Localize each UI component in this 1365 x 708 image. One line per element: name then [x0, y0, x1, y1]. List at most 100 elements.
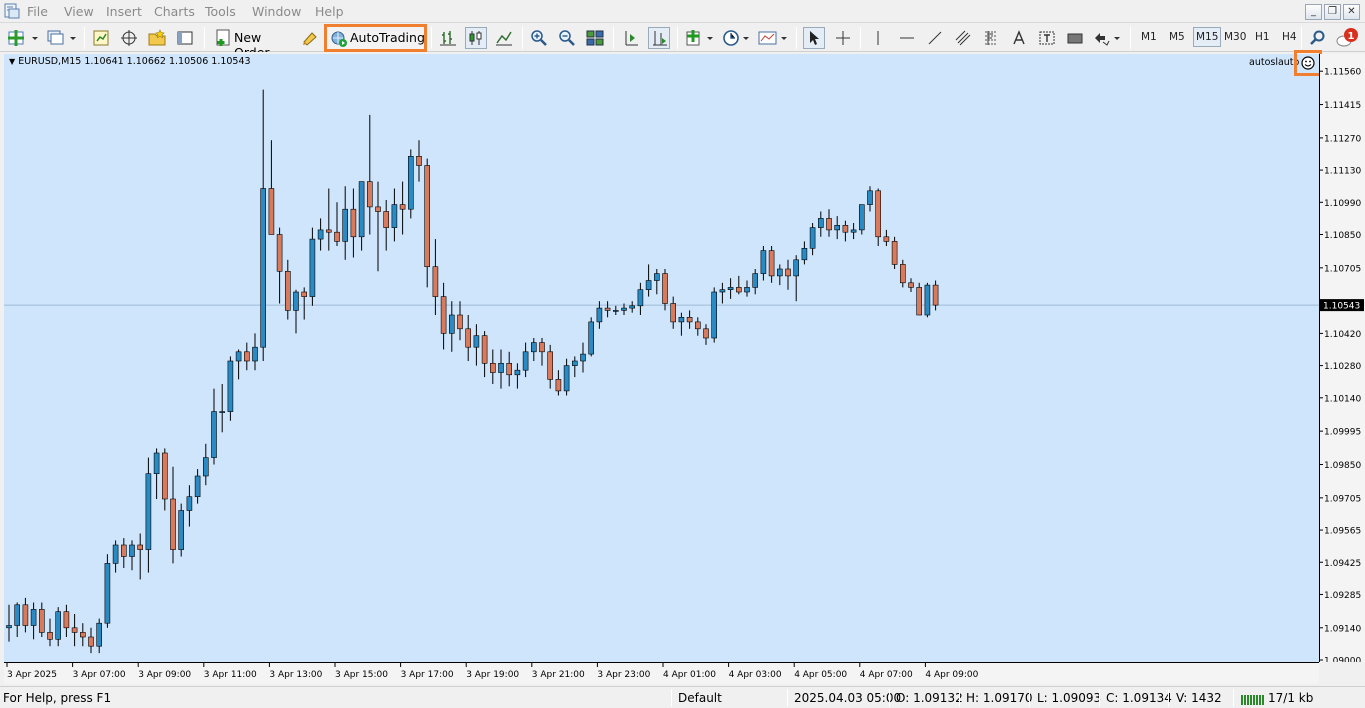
market-watch-button[interactable]: [90, 27, 112, 49]
price-label: 1.10705: [1324, 264, 1361, 274]
time-scale[interactable]: 3 Apr 2025 3 Apr 07:00 3 Apr 09:00 3 Apr 11…: [4, 662, 1319, 684]
search-button[interactable]: [1307, 27, 1329, 49]
current-price-label: 1.10543: [1323, 302, 1360, 312]
indicators-button[interactable]: [684, 27, 718, 49]
time-label: 3 Apr 09:00: [138, 670, 191, 680]
line-chart-button[interactable]: [493, 27, 515, 49]
expert-editor-button[interactable]: [299, 27, 321, 49]
candle-body: [481, 335, 488, 364]
candle-body: [375, 206, 381, 212]
candle: [30, 602, 37, 640]
candle-body: [727, 287, 734, 290]
auto-scroll-button[interactable]: [648, 27, 670, 49]
candle: [22, 597, 29, 633]
rectangle-icon: [1067, 33, 1083, 44]
candle: [727, 278, 734, 299]
zoom-in-button[interactable]: [528, 27, 550, 49]
chart-plot-area[interactable]: [4, 54, 1319, 662]
candle: [547, 344, 554, 389]
arrows-tool[interactable]: [1092, 27, 1124, 49]
candle-body: [498, 362, 504, 373]
candle: [137, 533, 143, 580]
menu-file[interactable]: File: [27, 4, 48, 19]
candle: [63, 604, 70, 637]
notification-count: 1: [1348, 31, 1355, 42]
cursor-tool[interactable]: [803, 27, 825, 49]
menu-insert[interactable]: Insert: [106, 4, 142, 19]
candle-body: [908, 282, 914, 288]
candle-body: [284, 271, 291, 311]
new-chart-button[interactable]: [6, 27, 40, 49]
expert-status-highlight[interactable]: [1294, 50, 1322, 76]
price-scale[interactable]: 1.11560 1.11415 1.11270 1.11130 1.10990 1.108…: [1319, 54, 1365, 667]
fibonacci-tool[interactable]: [980, 27, 1002, 49]
chart-header-ohlc: ▼ EURUSD,M15 1.10641 1.10662 1.10506 1.1…: [9, 56, 251, 67]
profiles-button[interactable]: [44, 27, 78, 49]
candle-body: [760, 250, 767, 274]
menu-help[interactable]: Help: [315, 4, 344, 19]
candle-body: [424, 165, 431, 267]
candle-body: [588, 321, 595, 355]
templates-button[interactable]: [758, 27, 790, 49]
navigator-folder-button[interactable]: [146, 27, 168, 49]
candle: [653, 269, 660, 295]
periods-button[interactable]: [722, 27, 752, 49]
new-order-button[interactable]: New Order: [210, 26, 296, 60]
text-tool[interactable]: [1008, 27, 1030, 49]
candle: [153, 448, 160, 499]
navigator-button[interactable]: [118, 27, 140, 49]
clock-icon: [723, 30, 749, 46]
timeframe-m1[interactable]: M1: [1141, 31, 1157, 43]
timeframe-m5[interactable]: M5: [1169, 31, 1185, 43]
zoom-out-button[interactable]: [556, 27, 578, 49]
timeframe-h1[interactable]: H1: [1255, 31, 1270, 43]
candle-body: [301, 291, 308, 297]
menu-charts[interactable]: Charts: [154, 4, 195, 19]
candle: [47, 618, 53, 647]
window-controls: _ ❐ ✕: [1305, 4, 1361, 20]
text-label-tool[interactable]: [1036, 27, 1058, 49]
price-label: 1.10990: [1324, 199, 1361, 209]
timeframe-h4[interactable]: H4: [1282, 31, 1297, 43]
timeframe-m30[interactable]: M30: [1224, 31, 1246, 43]
candle: [809, 223, 816, 256]
restore-icon[interactable]: ❐: [1324, 4, 1341, 20]
horizontal-line-tool[interactable]: [896, 27, 918, 49]
candlestick-button[interactable]: [465, 27, 487, 49]
candle-body: [547, 351, 554, 380]
chart-shift-button[interactable]: [620, 27, 642, 49]
trendline-tool[interactable]: [924, 27, 946, 49]
notifications-button[interactable]: 1: [1335, 27, 1361, 49]
autotrading-button[interactable]: AutoTrading: [324, 24, 427, 52]
crosshair-tool[interactable]: [832, 27, 854, 49]
trendline-icon: [928, 31, 942, 45]
bar-chart-button[interactable]: [437, 27, 459, 49]
minimize-icon[interactable]: _: [1305, 4, 1322, 20]
candle: [301, 287, 308, 320]
menu-window[interactable]: Window: [252, 4, 301, 19]
candle-body: [71, 627, 78, 633]
candle: [432, 239, 439, 315]
rectangle-tool[interactable]: [1064, 27, 1086, 49]
chart-dropdown-icon[interactable]: ▼: [9, 57, 15, 66]
menu-view[interactable]: View: [64, 4, 94, 19]
candle: [776, 264, 783, 286]
timeframe-m15[interactable]: M15: [1193, 27, 1222, 47]
candle-body: [342, 208, 349, 242]
close-icon[interactable]: ✕: [1343, 4, 1360, 20]
candle: [334, 202, 340, 246]
candlestick-chart[interactable]: [4, 54, 1319, 662]
menu-tools[interactable]: Tools: [205, 4, 236, 19]
candle: [457, 301, 463, 341]
candle-body: [489, 362, 496, 373]
price-label: 1.10850: [1324, 231, 1361, 241]
candle: [88, 627, 94, 654]
terminal-button[interactable]: [174, 27, 196, 49]
tile-windows-button[interactable]: [584, 27, 606, 49]
candle-body: [391, 204, 398, 228]
candle: [793, 255, 800, 302]
main-toolbar: New Order AutoTrading M1 M5 M15 M30 H1 H…: [0, 23, 1365, 60]
vertical-line-tool[interactable]: [867, 27, 889, 49]
equidistant-channel-tool[interactable]: [952, 27, 974, 49]
price-label: 1.09565: [1324, 527, 1361, 537]
